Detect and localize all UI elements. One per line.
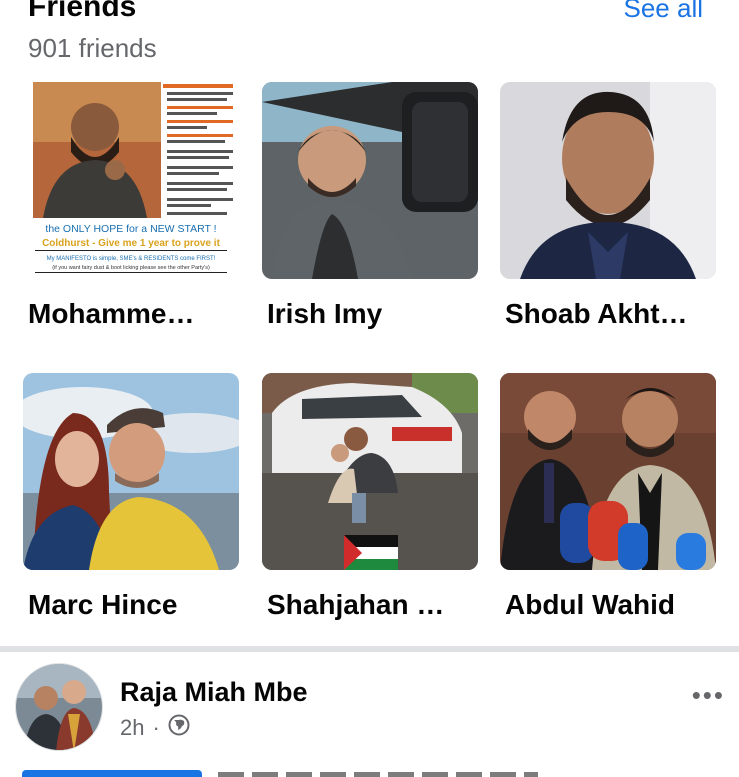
friend-photo[interactable] [500, 373, 716, 570]
post-text-preview [22, 770, 542, 777]
friend-count: 901 friends [28, 33, 157, 63]
poster-line-2: Coldhurst - Give me 1 year to prove it [42, 238, 220, 249]
post-author-name[interactable]: Raja Miah Mbe [120, 676, 308, 708]
friend-photo[interactable] [262, 373, 478, 570]
campaign-poster-image: the ONLY HOPE for a NEW START ! Coldhurs… [23, 82, 239, 279]
friend-photo[interactable] [23, 373, 239, 570]
friend-name[interactable]: Shahjahan … [262, 588, 478, 622]
car-with-child-image [262, 373, 478, 570]
poster-line-1: the ONLY HOPE for a NEW START ! [45, 223, 216, 235]
feed-post: Raja Miah Mbe 2h · ••• [0, 652, 739, 777]
car-selfie-image [262, 82, 478, 279]
avatar[interactable] [15, 663, 103, 751]
friend-card[interactable]: Shahjahan … [262, 373, 478, 622]
avatar-image [16, 664, 102, 750]
friend-photo[interactable] [500, 82, 716, 279]
see-all-link[interactable]: See all [624, 0, 704, 24]
friend-card[interactable]: Irish Imy [262, 82, 478, 331]
post-text-fragment [218, 772, 538, 777]
friend-name[interactable]: Marc Hince [23, 588, 239, 622]
post-meta: 2h · [120, 714, 190, 742]
press-interview-image [500, 373, 716, 570]
friend-photo[interactable]: the ONLY HOPE for a NEW START ! Coldhurs… [23, 82, 239, 279]
meta-separator: · [152, 715, 160, 740]
section-title: Friends [28, 0, 137, 23]
friend-card[interactable]: Marc Hince [23, 373, 239, 622]
tagged-link[interactable] [22, 770, 202, 777]
poster-line-3: My MANIFESTO is simple, SME's & RESIDENT… [47, 256, 216, 262]
friend-card[interactable]: Shoab Akht… [500, 82, 716, 331]
friend-name[interactable]: Abdul Wahid [500, 588, 716, 622]
friend-name[interactable]: Irish Imy [262, 297, 478, 331]
friend-card[interactable]: the ONLY HOPE for a NEW START ! Coldhurs… [23, 82, 239, 331]
friend-name[interactable]: Mohamme… [23, 297, 239, 331]
friend-card[interactable]: Abdul Wahid [500, 373, 716, 622]
post-timestamp[interactable]: 2h [120, 715, 144, 741]
poster-line-4: (if you want fairy dust & boot licking p… [52, 265, 210, 271]
portrait-image [500, 82, 716, 279]
friend-name[interactable]: Shoab Akht… [500, 297, 716, 331]
couple-photo-image [23, 373, 239, 570]
friend-photo[interactable] [262, 82, 478, 279]
globe-icon [168, 714, 190, 742]
more-options-icon[interactable]: ••• [692, 680, 725, 711]
